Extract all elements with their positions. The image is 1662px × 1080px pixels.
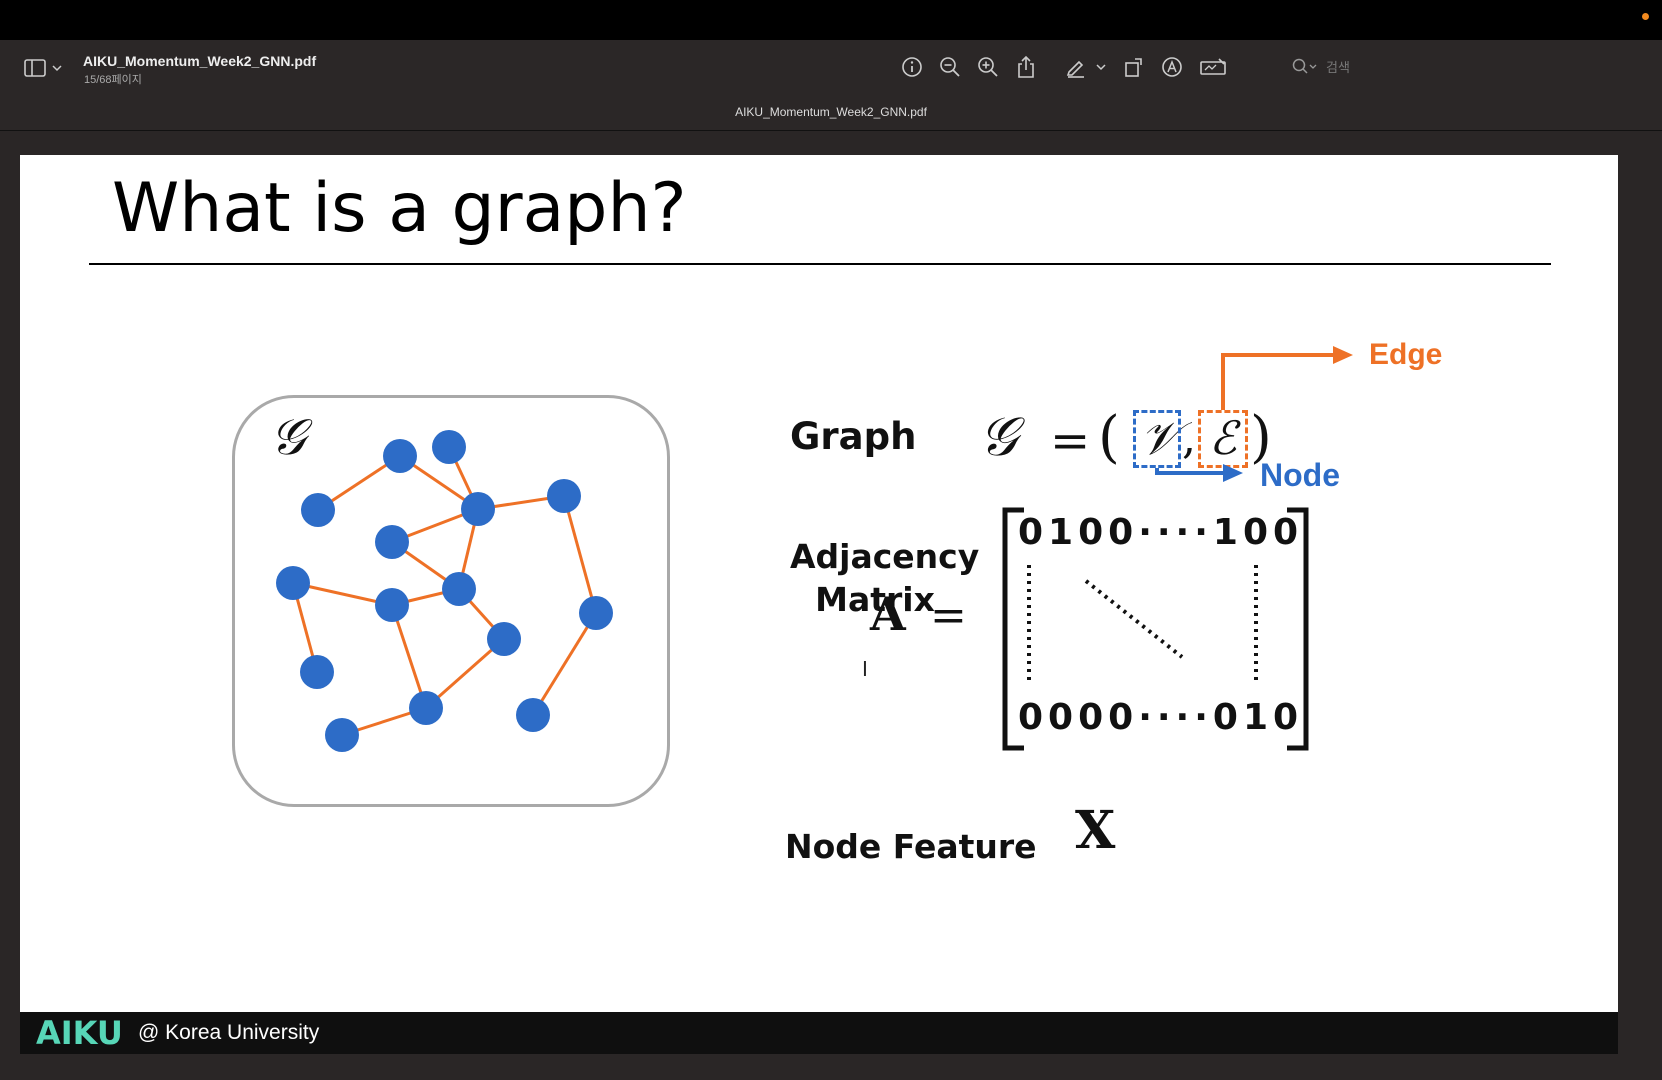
- search-input[interactable]: [1324, 58, 1528, 76]
- zoom-out-button[interactable]: [936, 53, 964, 81]
- adjacency-equals: =: [930, 590, 967, 641]
- matrix-first-row: 0100····100: [1018, 512, 1304, 553]
- zoom-in-button[interactable]: [974, 53, 1002, 81]
- zoom-out-icon: [940, 57, 960, 77]
- text-cursor-icon: I: [862, 657, 868, 681]
- slide-footer: AIKU @ Korea University: [20, 1012, 1618, 1054]
- sign-icon: [1200, 58, 1226, 75]
- node-arrow-head: [1223, 464, 1243, 482]
- zoom-in-icon: [978, 57, 998, 77]
- sidebar-icon: [24, 59, 46, 77]
- markup-icon: [1162, 57, 1182, 77]
- node-arrow: [1155, 468, 1225, 475]
- rotate-button[interactable]: [1120, 53, 1148, 81]
- sidebar-toggle-button[interactable]: [24, 59, 62, 77]
- adjacency-label-line1: Adjacency: [790, 537, 980, 576]
- share-icon: [1018, 55, 1034, 78]
- slide-canvas: What is a graph? 𝒢 Graph 𝒢 = (𝒱 , ℰ) E…: [20, 155, 1618, 1012]
- system-menubar: [0, 0, 1662, 40]
- rotate-icon: [1125, 58, 1142, 77]
- node-feature-label: Node Feature: [785, 827, 1037, 866]
- document-title: AIKU_Momentum_Week2_GNN.pdf: [83, 53, 317, 69]
- adjacency-symbol: A: [870, 587, 906, 641]
- chevron-down-icon: [52, 65, 62, 72]
- search-icon: [1292, 58, 1317, 74]
- node-callout-label: Node: [1260, 457, 1340, 493]
- aiku-logo: AIKU: [36, 1014, 123, 1052]
- markup-button[interactable]: [1158, 53, 1186, 81]
- highlight-options-button[interactable]: [1092, 53, 1110, 81]
- search-field[interactable]: [1292, 53, 1642, 81]
- viewer-toolbar: AIKU_Momentum_Week2_GNN.pdf 15/68페이지 검색 …: [0, 40, 1662, 131]
- recording-indicator: [1642, 13, 1649, 20]
- sign-button[interactable]: [1196, 53, 1230, 81]
- matrix-last-row: 0000····010: [1018, 697, 1304, 738]
- footer-affiliation: @ Korea University: [138, 1021, 320, 1044]
- page-indicator: 15/68페이지: [84, 74, 142, 86]
- edge-arrow: [1221, 353, 1335, 410]
- node-feature-symbol: X: [1075, 800, 1116, 861]
- chevron-down-icon: [1096, 64, 1106, 71]
- highlight-button[interactable]: [1062, 53, 1090, 81]
- window-title: AIKU_Momentum_Week2_GNN.pdf: [735, 105, 927, 119]
- share-button[interactable]: [1012, 53, 1040, 81]
- matrix-ddots: [1084, 579, 1184, 659]
- info-icon: [902, 57, 922, 77]
- edge-arrow-head: [1333, 346, 1353, 364]
- info-button[interactable]: [898, 53, 926, 81]
- edge-callout-label: Edge: [1369, 338, 1443, 371]
- highlight-icon: [1066, 60, 1084, 78]
